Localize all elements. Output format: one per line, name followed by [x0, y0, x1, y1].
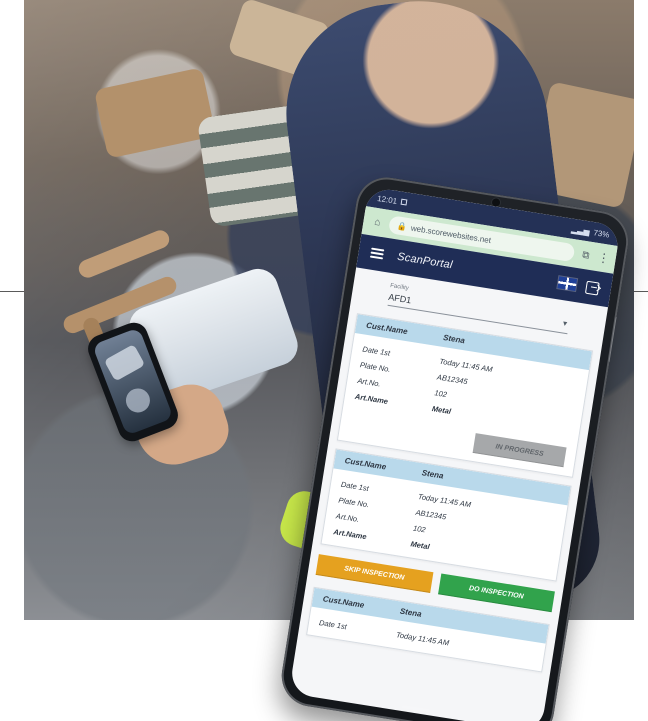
- battery-level: 73%: [592, 227, 611, 240]
- do-inspection-button[interactable]: DO INSPECTION: [437, 573, 555, 613]
- card-row-label: Date 1st: [318, 617, 348, 631]
- chevron-down-icon: ▼: [560, 320, 569, 329]
- tabs-icon[interactable]: ⧉: [579, 248, 593, 262]
- marketing-scene: 12:01 ▂▃▅ 73% ⌂ 🔒 web.scorewebsites.net …: [0, 0, 648, 721]
- status-time: 12:01: [376, 193, 398, 206]
- browser-url: web.scorewebsites.net: [410, 223, 492, 245]
- menu-line: [369, 255, 384, 260]
- more-icon[interactable]: ⋮: [597, 250, 611, 266]
- logout-icon[interactable]: [584, 280, 600, 296]
- signal-icon: ▂▃▅: [570, 224, 591, 236]
- header-right: [557, 276, 600, 296]
- home-indicator: [401, 704, 430, 713]
- status-left: 12:01: [377, 193, 408, 207]
- cardboard-shape: [93, 67, 217, 159]
- inspection-card[interactable]: Cust.Name Stena Date 1st Today 11:45 AM …: [336, 313, 594, 478]
- header-left: ScanPortal: [369, 247, 454, 272]
- menu-icon[interactable]: [369, 247, 385, 260]
- lock-icon: 🔒: [396, 220, 408, 232]
- skip-inspection-button[interactable]: SKIP INSPECTION: [315, 554, 433, 593]
- app-title: ScanPortal: [396, 250, 454, 272]
- status-indicator-icon: [400, 198, 408, 206]
- pallet-board-shape: [76, 227, 172, 281]
- status-right: ▂▃▅ 73%: [571, 224, 610, 239]
- app-content: Facility AFD1 ▼ Cust.Name Stena Date 1st…: [298, 267, 608, 673]
- home-icon[interactable]: ⌂: [371, 215, 385, 229]
- uk-flag-icon[interactable]: [557, 276, 578, 291]
